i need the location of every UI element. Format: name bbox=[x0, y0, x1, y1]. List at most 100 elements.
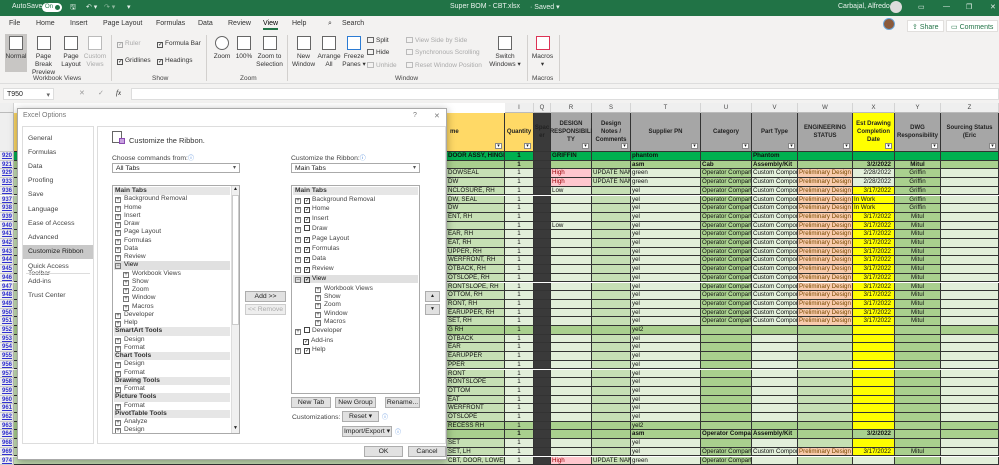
checkbox-checked[interactable]: ✓ bbox=[304, 276, 310, 283]
expand-icon[interactable]: + bbox=[115, 255, 121, 261]
cell-r[interactable] bbox=[551, 326, 592, 335]
nav-item-ease-of-access[interactable]: Ease of Access bbox=[23, 217, 93, 231]
cell-u[interactable]: Operator Compart bbox=[701, 239, 752, 248]
move-up-button[interactable]: ▲ bbox=[425, 291, 440, 302]
list-item[interactable]: + Review bbox=[114, 253, 230, 261]
column-header-w[interactable]: W bbox=[798, 103, 853, 113]
cell-z[interactable] bbox=[941, 273, 999, 283]
expand-icon[interactable]: + bbox=[295, 237, 301, 244]
tree-item[interactable]: − ✓ View bbox=[293, 274, 418, 283]
add-button[interactable]: Add >> bbox=[245, 291, 286, 302]
cell-q[interactable] bbox=[534, 395, 551, 405]
tree-item[interactable]: + Developer bbox=[293, 326, 418, 335]
expand-icon[interactable]: + bbox=[315, 295, 321, 301]
cell-y[interactable] bbox=[895, 378, 941, 387]
cell-v[interactable]: Custom Compor bbox=[752, 273, 798, 283]
cell-i[interactable]: 1 bbox=[505, 212, 534, 222]
cell-i[interactable]: 1 bbox=[505, 247, 534, 257]
cell-u[interactable]: Operator Compart bbox=[701, 169, 752, 179]
cell-w[interactable] bbox=[798, 430, 853, 440]
cell-u[interactable]: Operator Compart bbox=[701, 456, 752, 465]
cell-v[interactable]: Assembly/Kit bbox=[752, 430, 798, 440]
row-number[interactable]: 952 bbox=[0, 326, 14, 335]
cell-i[interactable]: 1 bbox=[505, 152, 534, 161]
cell-u[interactable] bbox=[701, 369, 752, 379]
row-number[interactable]: 937 bbox=[0, 195, 14, 205]
cell-q[interactable] bbox=[534, 317, 551, 326]
nav-item-language[interactable]: Language bbox=[23, 203, 93, 217]
cell-w[interactable]: Preliminary Design bbox=[798, 212, 853, 222]
cell-t[interactable]: yel bbox=[631, 360, 701, 370]
cell-w[interactable]: Preliminary Design bbox=[798, 247, 853, 257]
cell-r[interactable] bbox=[551, 204, 592, 213]
cell-w[interactable]: Preliminary Design bbox=[798, 308, 853, 318]
search-icon[interactable]: ⌕ bbox=[328, 20, 332, 28]
row-number[interactable]: 951 bbox=[0, 317, 14, 326]
cell-v[interactable] bbox=[752, 334, 798, 344]
cell-y[interactable] bbox=[895, 152, 941, 161]
tree-item[interactable]: ✓ Add-ins bbox=[293, 337, 418, 345]
list-group-header[interactable]: PivotTable Tools bbox=[114, 409, 230, 419]
tab-file[interactable]: File bbox=[9, 20, 20, 27]
cell-x[interactable] bbox=[853, 404, 895, 413]
cell-v[interactable] bbox=[752, 386, 798, 396]
row-number[interactable]: 920 bbox=[0, 152, 14, 161]
cell-t[interactable]: yel bbox=[631, 404, 701, 413]
expand-icon[interactable]: + bbox=[123, 288, 129, 294]
checkbox-checked[interactable]: ✓ bbox=[304, 247, 310, 253]
cell-y[interactable]: Mitul bbox=[895, 317, 941, 326]
cell-q[interactable] bbox=[534, 282, 551, 292]
cell-v[interactable] bbox=[752, 369, 798, 379]
cell-s[interactable] bbox=[592, 239, 631, 248]
row-number[interactable]: 933 bbox=[0, 178, 14, 187]
cell-z[interactable] bbox=[941, 343, 999, 353]
expand-icon[interactable]: + bbox=[115, 238, 121, 245]
cell-s[interactable] bbox=[592, 378, 631, 387]
column-header-q[interactable]: Q bbox=[534, 103, 551, 113]
cell-s[interactable] bbox=[592, 230, 631, 239]
list-item[interactable]: + Background Removal bbox=[114, 195, 230, 204]
cell-r[interactable]: Low bbox=[551, 186, 592, 196]
nav-item-trust-center[interactable]: Trust Center bbox=[23, 289, 93, 303]
cell-w[interactable]: Preliminary Design bbox=[798, 282, 853, 292]
cell-u[interactable]: Operator Compart bbox=[701, 317, 752, 326]
cell-s[interactable] bbox=[592, 291, 631, 300]
nav-item-formulas[interactable]: Formulas bbox=[23, 146, 93, 160]
dialog-close-icon[interactable]: ✕ bbox=[434, 112, 440, 120]
name-box[interactable]: T950 ▾ bbox=[3, 88, 54, 100]
split-button[interactable]: Split bbox=[367, 37, 389, 44]
cell-s[interactable] bbox=[592, 343, 631, 353]
cell-t[interactable]: yel bbox=[631, 247, 701, 257]
filter-dropdown-icon[interactable]: ▾ bbox=[742, 143, 749, 149]
filter-dropdown-icon[interactable]: ▾ bbox=[885, 143, 892, 149]
cell-q[interactable] bbox=[534, 386, 551, 396]
cell-w[interactable] bbox=[798, 378, 853, 387]
cell-q[interactable] bbox=[534, 360, 551, 370]
share-button[interactable]: ⇪ Share bbox=[907, 20, 944, 32]
cell-v[interactable]: Custom Compor bbox=[752, 282, 798, 292]
list-item[interactable]: + Workbook Views bbox=[114, 270, 230, 278]
cell-y[interactable]: Griffin bbox=[895, 178, 941, 187]
cell-i[interactable]: 1 bbox=[505, 447, 534, 457]
cell-z[interactable] bbox=[941, 212, 999, 222]
cell-z[interactable] bbox=[941, 308, 999, 318]
cell-i[interactable]: 1 bbox=[505, 299, 534, 309]
cell-y[interactable]: Griffin bbox=[895, 169, 941, 179]
tree-item[interactable]: + Zoom bbox=[293, 301, 418, 310]
cell-w[interactable]: Preliminary Design bbox=[798, 317, 853, 326]
cell-t[interactable]: green bbox=[631, 178, 701, 187]
cell-z[interactable] bbox=[941, 456, 999, 465]
list-item[interactable]: + Format bbox=[114, 344, 230, 352]
expand-icon[interactable]: + bbox=[115, 345, 121, 352]
cell-u[interactable]: Operator Compart bbox=[701, 291, 752, 300]
cell-x[interactable]: 3/17/2022 bbox=[853, 447, 895, 457]
cell-t[interactable]: asm bbox=[631, 430, 701, 440]
cell-i[interactable]: 1 bbox=[505, 378, 534, 387]
cell-r[interactable] bbox=[551, 413, 592, 422]
zoom-to-selection-button[interactable]: Zoom to Selection bbox=[255, 36, 284, 69]
switch-windows-button[interactable]: Switch Windows ▾ bbox=[488, 36, 522, 69]
custom-views-button[interactable]: Custom Views bbox=[83, 36, 107, 69]
list-item[interactable]: + Format bbox=[114, 369, 230, 377]
cell-w[interactable]: Preliminary Design bbox=[798, 204, 853, 213]
tree-item[interactable]: + ✓ Background Removal bbox=[293, 196, 418, 204]
